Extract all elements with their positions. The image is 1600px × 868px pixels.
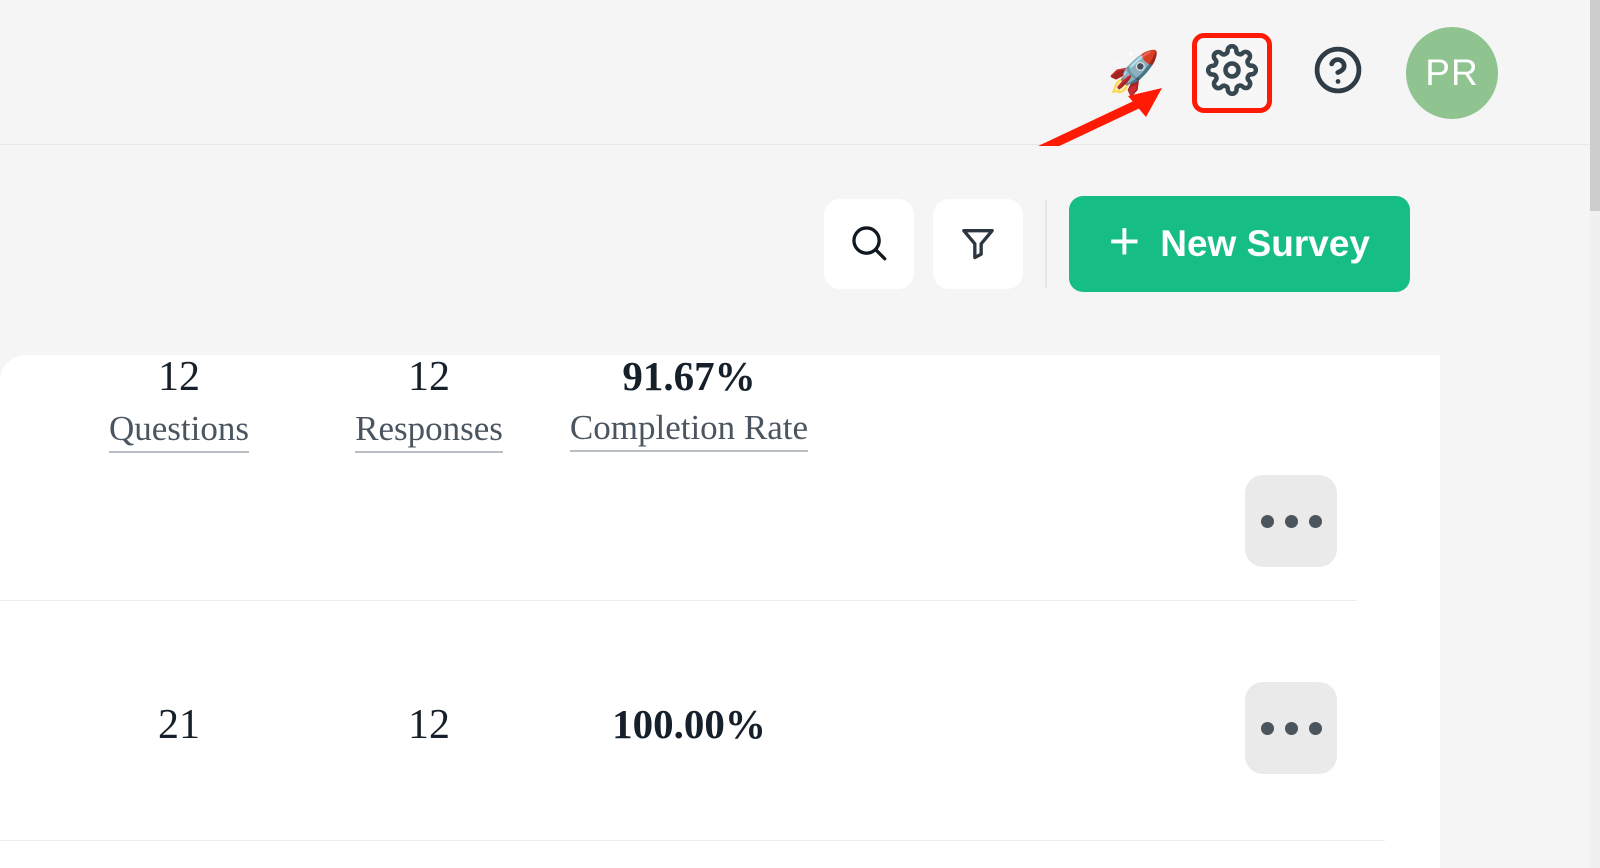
toolbar-actions: + New Survey	[823, 196, 1410, 292]
stat-responses: 12 Responses	[299, 354, 559, 454]
responses-value: 12	[408, 354, 450, 400]
toolbar-divider	[1044, 200, 1047, 288]
list-toolbar: + New Survey	[0, 146, 1590, 354]
top-header-bar: 🚀 PR	[0, 0, 1590, 145]
app-root: 🚀 PR + New Survey 12 Questions 12 Respon…	[0, 0, 1600, 868]
survey-list-card: 12 Questions 12 Responses 91.67% Complet…	[0, 353, 1440, 868]
stat-completion-rate: 91.67% Completion Rate	[549, 353, 829, 453]
rocket-icon: 🚀	[1107, 48, 1161, 96]
stat-completion-rate: 100.00%	[549, 701, 829, 747]
stat-questions: 21	[49, 703, 309, 747]
questions-value: 21	[158, 702, 200, 748]
help-icon	[1311, 43, 1365, 102]
header-actions: 🚀 PR	[1098, 0, 1498, 145]
row-more-menu-button[interactable]	[1245, 682, 1337, 774]
row-more-menu-button[interactable]	[1245, 475, 1337, 567]
stat-responses: 12	[299, 703, 559, 747]
filter-button[interactable]	[932, 199, 1023, 289]
row-stats: 21 12 100.00%	[0, 600, 1440, 844]
more-dot-icon	[1284, 721, 1298, 735]
table-row[interactable]: 12 Questions 12 Responses 91.67% Complet…	[0, 353, 1440, 600]
questions-value: 12	[158, 354, 200, 400]
rocket-button[interactable]: 🚀	[1098, 37, 1170, 109]
new-survey-label: New Survey	[1160, 223, 1370, 264]
avatar-initials: PR	[1425, 51, 1479, 93]
more-dot-icon	[1260, 514, 1274, 528]
avatar[interactable]: PR	[1406, 26, 1498, 119]
row-divider	[0, 840, 1385, 841]
page-scrollbar-track[interactable]	[1590, 0, 1600, 868]
table-row[interactable]: 21 12 100.00%	[0, 600, 1440, 844]
more-dot-icon	[1308, 514, 1322, 528]
completion-rate-value: 100.00%	[612, 701, 766, 747]
plus-icon: +	[1108, 211, 1141, 271]
search-icon	[848, 222, 890, 267]
responses-label[interactable]: Responses	[355, 409, 503, 454]
more-dot-icon	[1284, 514, 1298, 528]
page-scrollbar-thumb[interactable]	[1590, 0, 1600, 211]
new-survey-button[interactable]: + New Survey	[1068, 196, 1410, 292]
row-stats: 12 Questions 12 Responses 91.67% Complet…	[0, 353, 1440, 600]
more-dot-icon	[1260, 721, 1274, 735]
gear-icon	[1205, 43, 1259, 101]
responses-value: 12	[408, 702, 450, 748]
stat-questions: 12 Questions	[49, 354, 309, 454]
questions-label[interactable]: Questions	[109, 409, 249, 454]
completion-rate-label[interactable]: Completion Rate	[569, 408, 809, 453]
filter-icon	[958, 223, 998, 266]
completion-rate-value: 91.67%	[622, 353, 756, 399]
settings-button-highlight[interactable]	[1192, 32, 1272, 113]
help-button[interactable]	[1302, 37, 1374, 109]
search-button[interactable]	[823, 199, 914, 289]
more-dot-icon	[1308, 721, 1322, 735]
